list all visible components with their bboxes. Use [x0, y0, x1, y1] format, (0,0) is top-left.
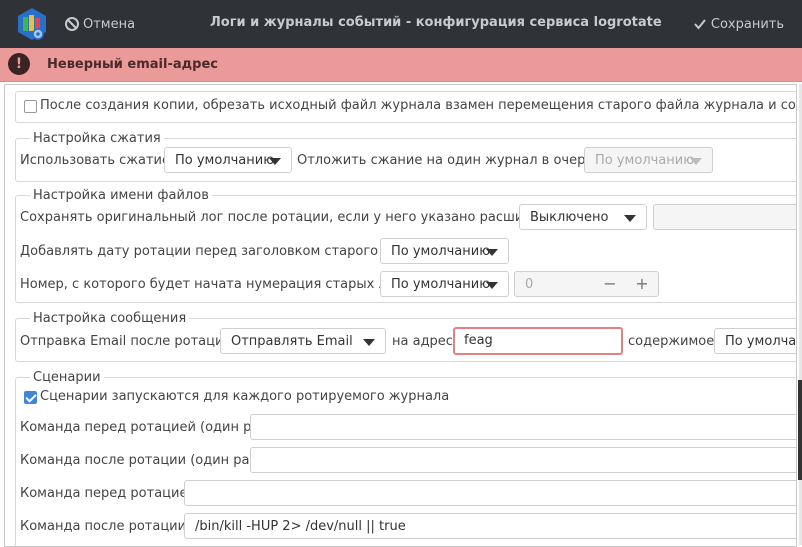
pre-once-input[interactable] [250, 414, 796, 440]
copytruncate-label: После создания копии, обрезать исходный … [40, 98, 796, 113]
config-panel: После создания копии, обрезать исходный … [4, 84, 797, 547]
mail-select[interactable]: Отправлять Email [220, 328, 386, 354]
chevron-down-icon [363, 339, 375, 346]
pre-once-label: Команда перед ротацией (один раз): [20, 420, 276, 435]
app-logo-icon [18, 8, 46, 40]
messages-legend: Настройка сообщения [30, 311, 190, 326]
copytruncate-group: После создания копии, обрезать исходный … [15, 91, 796, 123]
start-number-value: По умолчанию [391, 277, 491, 292]
start-number-label: Номер, с которого будет начата нумерация… [20, 277, 422, 292]
shared-scripts-label: Сценарии запускаются для каждого ротируе… [40, 389, 450, 404]
compression-legend: Настройка сжатия [30, 131, 164, 146]
cancel-icon [65, 17, 79, 31]
cancel-button[interactable]: Отмена [64, 14, 135, 34]
warning-icon: ! [8, 53, 30, 75]
extension-select[interactable]: Выключено [519, 204, 647, 230]
address-input[interactable]: feag [453, 327, 623, 355]
header-bar: Отмена Логи и журналы событий - конфигур… [0, 0, 802, 48]
pre-label: Команда перед ротацией: [20, 486, 201, 501]
date-ext-select[interactable]: По умолчанию [380, 238, 509, 264]
mail-label: Отправка Email после ротации: [20, 334, 237, 349]
delay-compression-value: По умолчанию [595, 153, 695, 168]
date-ext-value: По умолчанию [391, 244, 491, 259]
content-value: По умолча [725, 334, 797, 349]
chevron-down-icon [269, 158, 281, 165]
shared-scripts-checkbox[interactable] [24, 391, 37, 404]
chevron-down-icon [486, 282, 498, 289]
start-number-select[interactable]: По умолчанию [380, 271, 509, 297]
filenames-group: Настройка имени файлов Сохранять оригина… [15, 188, 796, 303]
compression-group: Настройка сжатия Использовать сжатие: По… [15, 131, 796, 182]
scrollbar-thumb[interactable] [798, 380, 802, 480]
checkmark-icon [694, 19, 706, 30]
use-compression-value: По умолчанию [175, 153, 275, 168]
pre-input[interactable] [184, 480, 796, 506]
post-input[interactable]: /bin/kill -HUP 2> /dev/null || true [184, 513, 796, 539]
filenames-legend: Настройка имени файлов [30, 188, 212, 203]
post-once-label: Команда после ротации (один раз): [20, 453, 266, 468]
use-compression-label: Использовать сжатие: [20, 153, 175, 168]
mail-value: Отправлять Email [231, 334, 353, 349]
extension-label: Сохранять оригинальный лог после ротации… [20, 210, 569, 225]
copytruncate-checkbox[interactable] [24, 100, 37, 113]
scripts-legend: Сценарии [30, 370, 104, 385]
increment-button[interactable]: + [626, 271, 658, 297]
content-label: содержимое: [628, 334, 719, 349]
chevron-down-icon [486, 249, 498, 256]
delay-compression-label: Отложить сжание на один журнал в очереди… [297, 153, 616, 168]
use-compression-select[interactable]: По умолчанию [164, 147, 292, 173]
error-message: Неверный email-адрес [47, 57, 218, 72]
window-title: Логи и журналы событий - конфигурация се… [210, 15, 662, 30]
extension-input[interactable] [653, 204, 796, 230]
cancel-label: Отмена [83, 16, 136, 32]
extension-value: Выключено [530, 210, 609, 225]
messages-group: Настройка сообщения Отправка Email после… [15, 311, 797, 362]
date-ext-label: Добавлять дату ротации перед заголовком … [20, 244, 418, 259]
content-select[interactable]: По умолча [714, 328, 797, 354]
decrement-button[interactable]: − [594, 271, 626, 297]
post-label: Команда после ротации: [20, 519, 191, 534]
post-once-input[interactable] [250, 447, 796, 473]
scripts-group: Сценарии Сценарии запускаются для каждог… [15, 370, 796, 546]
chevron-down-icon [624, 215, 636, 222]
save-label: Сохранить [710, 16, 784, 32]
delay-compression-select[interactable]: По умолчанию [584, 147, 713, 173]
chevron-down-icon [690, 158, 702, 165]
error-banner: ! Неверный email-адрес [0, 48, 802, 82]
save-button[interactable]: Сохранить [693, 14, 784, 34]
address-label: на адрес: [392, 334, 458, 349]
